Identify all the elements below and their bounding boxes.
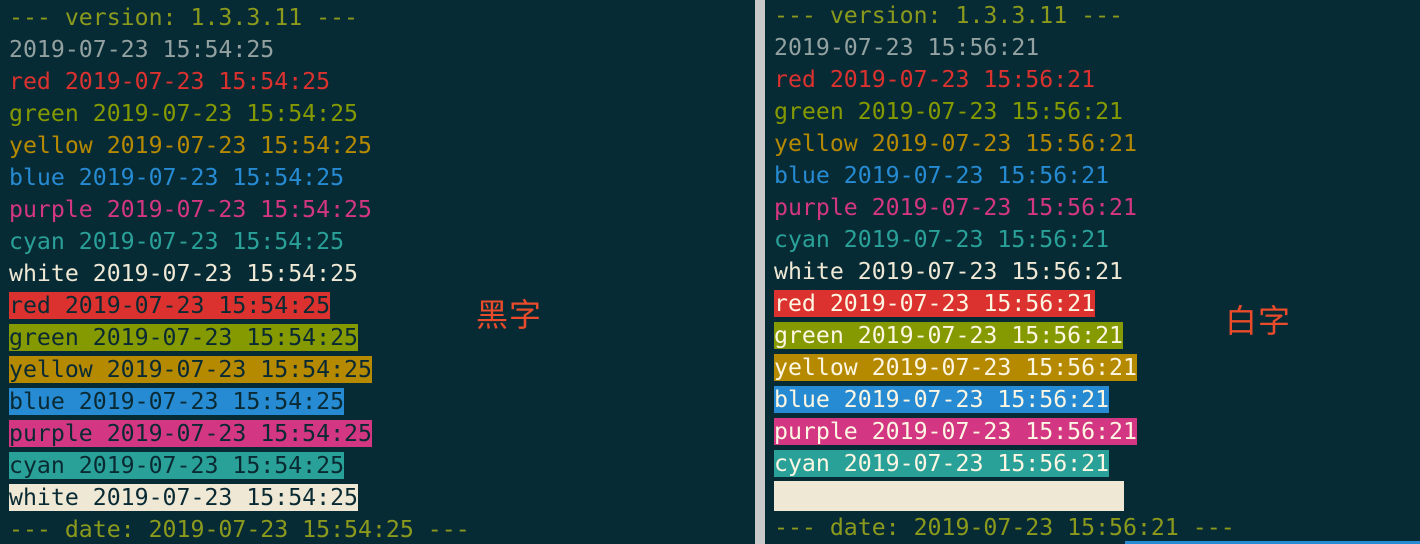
white-bg-bar [774,481,1124,511]
fg-line-white: white 2019-07-23 15:56:21 [774,258,1124,285]
fg-line-purple: purple 2019-07-23 15:56:21 [774,194,1137,221]
version-line: --- version: 1.3.3.11 --- [774,2,1124,29]
plain-line: 2019-07-23 15:56:21 [774,34,1040,61]
fg-line-yellow: yellow 2019-07-23 15:56:21 [774,130,1137,157]
date-line: --- date: 2019-07-23 15:56:21 --- [774,514,1235,541]
fg-line-blue: blue 2019-07-23 15:56:21 [774,162,1110,189]
terminal-pane-right[interactable]: --- version: 1.3.3.11 --- 2019-07-23 15:… [765,0,1420,544]
fg-line-white: white 2019-07-23 15:54:25 [9,260,359,287]
terminal-output: --- version: 1.3.3.11 --- 2019-07-23 15:… [9,2,470,544]
bg-line-red: red 2019-07-23 15:56:21 [774,290,1096,317]
bg-line-white-empty [774,480,1235,512]
plain-line: 2019-07-23 15:54:25 [9,36,275,63]
fg-line-blue: blue 2019-07-23 15:54:25 [9,164,345,191]
bg-line-purple: purple 2019-07-23 15:54:25 [9,420,372,447]
version-line: --- version: 1.3.3.11 --- [9,4,359,31]
fg-line-red: red 2019-07-23 15:56:21 [774,66,1096,93]
bg-line-blue: blue 2019-07-23 15:54:25 [9,388,345,415]
terminal-pane-left[interactable]: --- version: 1.3.3.11 --- 2019-07-23 15:… [0,0,755,544]
fg-line-cyan: cyan 2019-07-23 15:54:25 [9,228,345,255]
fg-line-green: green 2019-07-23 15:56:21 [774,98,1124,125]
bg-line-white: white 2019-07-23 15:54:25 [9,484,359,511]
annotation-black-text: 黑字 [476,296,543,334]
fg-line-purple: purple 2019-07-23 15:54:25 [9,196,372,223]
bg-line-cyan: cyan 2019-07-23 15:54:25 [9,452,345,479]
bg-line-cyan: cyan 2019-07-23 15:56:21 [774,450,1110,477]
fg-line-red: red 2019-07-23 15:54:25 [9,68,331,95]
annotation-white-text: 白字 [1225,302,1292,340]
bg-line-green: green 2019-07-23 15:56:21 [774,322,1124,349]
date-line: --- date: 2019-07-23 15:54:25 --- [9,516,470,543]
bg-line-blue: blue 2019-07-23 15:56:21 [774,386,1110,413]
fg-line-yellow: yellow 2019-07-23 15:54:25 [9,132,372,159]
bg-line-purple: purple 2019-07-23 15:56:21 [774,418,1137,445]
bg-line-green: green 2019-07-23 15:54:25 [9,324,359,351]
terminal-output: --- version: 1.3.3.11 --- 2019-07-23 15:… [774,0,1235,544]
bg-line-red: red 2019-07-23 15:54:25 [9,292,331,319]
bg-line-yellow: yellow 2019-07-23 15:54:25 [9,356,372,383]
pane-divider[interactable] [755,0,765,544]
fg-line-cyan: cyan 2019-07-23 15:56:21 [774,226,1110,253]
fg-line-green: green 2019-07-23 15:54:25 [9,100,359,127]
bg-line-yellow: yellow 2019-07-23 15:56:21 [774,354,1137,381]
